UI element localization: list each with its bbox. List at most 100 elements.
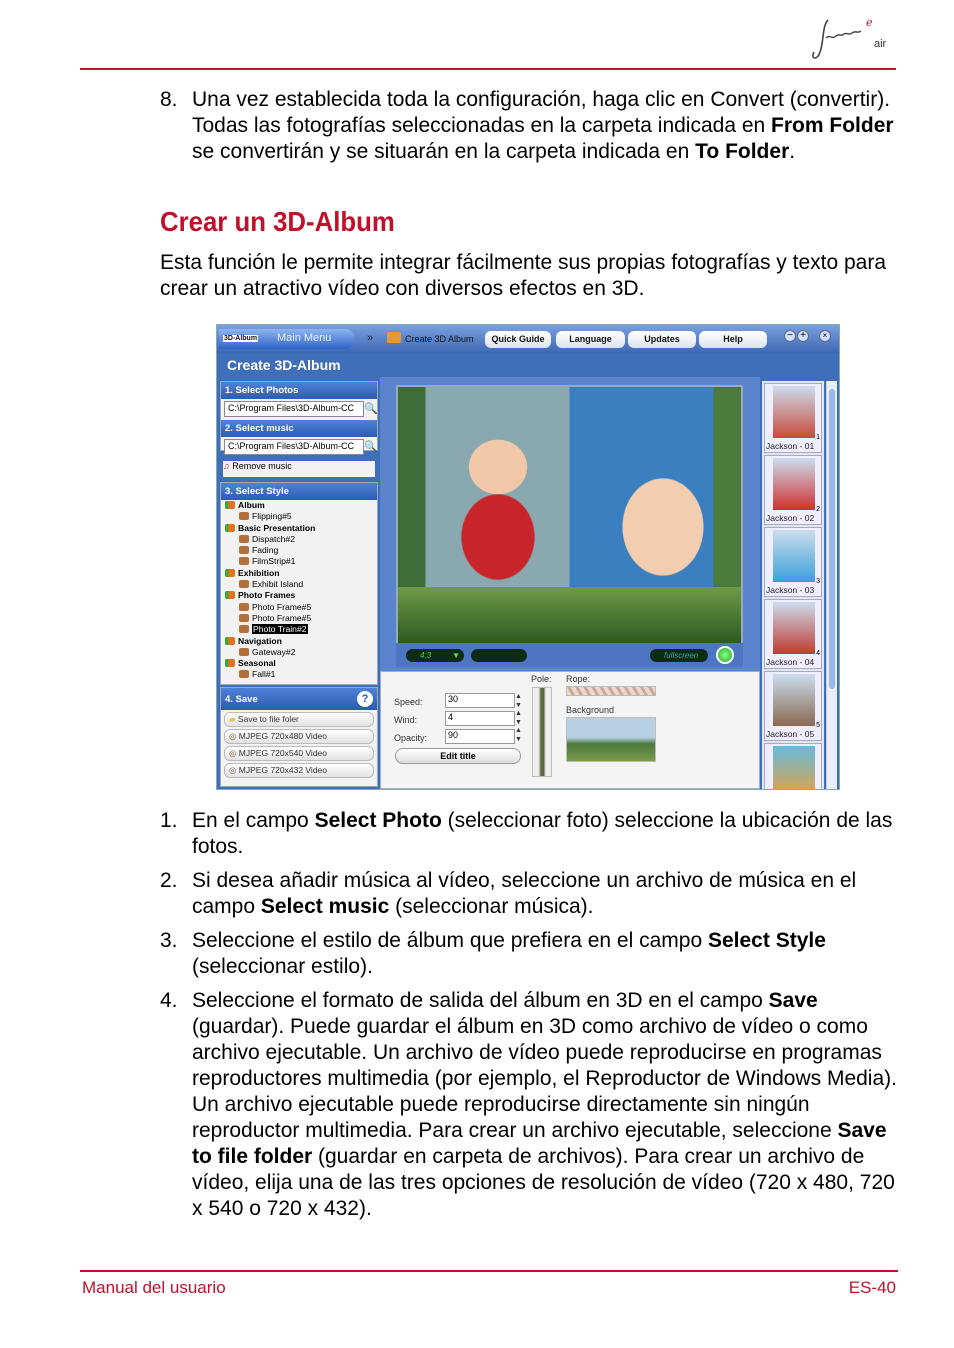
style-item[interactable]: Flipping#5: [221, 511, 377, 522]
text: (guardar). Puede guardar el álbum en 3D …: [192, 1015, 897, 1142]
wind-input[interactable]: 4: [445, 711, 515, 726]
style-group[interactable]: Photo Frames: [221, 590, 377, 601]
scrollbar-thumb[interactable]: [829, 389, 835, 689]
thumbnail-label: Jackson - 04: [766, 657, 815, 667]
tree-label: Photo Frame#5: [252, 601, 312, 612]
style-tree: Album Flipping#5 Basic Presentation Dispatc…: [221, 500, 377, 681]
instruction-step: 3. Seleccione el estilo de álbum que pref…: [160, 928, 900, 980]
save-option[interactable]: ◎ MJPEG 720x480 Video: [224, 729, 374, 744]
tree-label: Fall#1: [252, 669, 276, 680]
edit-title-button[interactable]: Edit title: [395, 748, 521, 764]
app-screenshot: 3D-Album Main Menu » Create 3D Album Qui…: [216, 324, 840, 790]
film-icon: ◎: [229, 731, 237, 741]
tree-label: Photo Train#2: [252, 624, 308, 635]
select-photos-panel: 1. Select Photos C:\Program Files\3D-Alb…: [220, 381, 378, 455]
help-icon[interactable]: ?: [357, 691, 373, 707]
help-button[interactable]: Help: [699, 331, 767, 348]
thumbnail[interactable]: 2 Jackson - 02: [764, 455, 822, 525]
style-settings-panel: Speed: 30 Wind: 4 Opacity: 90 ▲ ▼ ▲ ▼ ▲ ▼ Edi…: [380, 671, 760, 789]
text: (seleccionar estilo).: [192, 955, 373, 978]
minimize-icon[interactable]: −: [784, 330, 796, 342]
style-item[interactable]: Photo Frame#5: [221, 602, 377, 613]
style-item[interactable]: FilmStrip#1: [221, 556, 377, 567]
close-icon[interactable]: ×: [819, 330, 831, 342]
section-header: 3. Select Style: [221, 483, 377, 500]
photos-path-input[interactable]: C:\Program Files\3D-Album-CC: [224, 401, 364, 417]
style-item[interactable]: Fall#1: [221, 669, 377, 680]
text: Seleccione el estilo de álbum que prefie…: [192, 929, 708, 952]
folder-icon: ▰: [229, 714, 236, 724]
style-group[interactable]: Seasonal: [221, 658, 377, 669]
preview-grass: [398, 587, 741, 643]
rope-label: Rope:: [566, 674, 591, 684]
section-header: 2. Select music: [221, 420, 377, 437]
thumbnail-number: 4: [816, 650, 820, 657]
tree-label: Basic Presentation: [238, 522, 316, 533]
intro-paragraph: Esta función le permite integrar fácilme…: [160, 251, 887, 300]
bold-term: Select Style: [707, 929, 826, 952]
pole-swatch[interactable]: [532, 687, 552, 777]
language-button[interactable]: Language: [556, 331, 625, 348]
save-option[interactable]: ◎ MJPEG 720x540 Video: [224, 746, 374, 761]
music-path-input[interactable]: C:\Program Files\3D-Album-CC: [224, 439, 364, 455]
thumbnail[interactable]: [764, 743, 822, 789]
thumbnail[interactable]: 4 Jackson - 04: [764, 599, 822, 669]
remove-music-button[interactable]: ♫ Remove music: [223, 461, 375, 477]
folder-icon: [225, 501, 235, 509]
style-item[interactable]: Dispatch#2: [221, 534, 377, 545]
main-menu-button[interactable]: 3D-Album Main Menu: [219, 329, 355, 349]
browse-icon[interactable]: 🔍: [364, 402, 378, 415]
browse-icon[interactable]: 🔍: [364, 440, 378, 453]
style-group[interactable]: Basic Presentation: [221, 523, 377, 534]
style-group[interactable]: Navigation: [221, 636, 377, 647]
speed-input[interactable]: 30: [445, 693, 515, 708]
style-item[interactable]: Fading: [221, 545, 377, 556]
instruction-step: 2. Si desea añadir música al vídeo, selec…: [160, 868, 900, 920]
style-item[interactable]: Photo Frame#5: [221, 613, 377, 624]
window-title: Create 3D-Album: [227, 357, 341, 373]
thumbnail[interactable]: 5 Jackson - 05: [764, 671, 822, 741]
tree-label: Exhibit Island: [252, 579, 304, 590]
tree-label: Photo Frame#5: [252, 612, 312, 623]
breadcrumb[interactable]: Create 3D Album: [405, 334, 474, 344]
remove-music-label: Remove music: [232, 461, 292, 471]
quick-guide-button[interactable]: Quick Guide: [485, 331, 551, 348]
play-button[interactable]: [716, 646, 734, 664]
opacity-input[interactable]: 90: [445, 729, 515, 744]
tree-label: Seasonal: [238, 658, 276, 669]
thumbnail[interactable]: 3 Jackson - 03: [764, 527, 822, 597]
volume-slider[interactable]: [471, 649, 527, 662]
step-number: 4.: [160, 989, 178, 1012]
thumbnail-label: Jackson - 05: [766, 729, 815, 739]
svg-text:air: air: [874, 38, 887, 50]
style-item[interactable]: Gateway#2: [221, 647, 377, 658]
aspect-ratio-dropdown[interactable]: 4:3 ▼: [406, 649, 464, 662]
tree-label: Fading: [252, 545, 279, 556]
album-icon: [387, 332, 401, 343]
main-menu-label: Main Menu: [277, 332, 332, 344]
tree-label: FilmStrip#1: [252, 556, 296, 567]
thumbnail-label: Jackson - 02: [766, 513, 815, 523]
section-heading: Crear un 3D-Album: [160, 206, 395, 237]
save-option[interactable]: ◎ MJPEG 720x432 Video: [224, 763, 374, 778]
photo-thumbnails: 1 Jackson - 01 2 Jackson - 02 3 Jackson - 03 4…: [762, 381, 824, 789]
spinner-arrows[interactable]: ▲ ▼ ▲ ▼ ▲ ▼: [515, 693, 524, 744]
thumbnail[interactable]: 1 Jackson - 01: [764, 383, 822, 453]
tree-label: Photo Frames: [238, 590, 296, 601]
fullscreen-button[interactable]: fullscreen: [650, 649, 708, 662]
chevron-right-icon: »: [367, 332, 374, 344]
updates-button[interactable]: Updates: [628, 331, 696, 348]
thumbnail-scrollbar[interactable]: [826, 381, 837, 789]
background-swatch[interactable]: [566, 717, 656, 762]
bold-term: Save: [768, 989, 818, 1012]
bold-term: Select Photo: [314, 809, 442, 832]
save-option[interactable]: ▰ Save to file foler: [224, 712, 374, 727]
thumbnail-image: [773, 530, 815, 582]
style-group[interactable]: Exhibition: [221, 568, 377, 579]
select-style-panel: 3. Select Style Album Flipping#5 Basic Pre…: [220, 482, 378, 685]
style-group[interactable]: Album: [221, 500, 377, 511]
maximize-icon[interactable]: +: [797, 330, 809, 342]
rope-swatch[interactable]: [566, 686, 656, 696]
style-item[interactable]: Photo Train#2: [221, 624, 377, 635]
style-item[interactable]: Exhibit Island: [221, 579, 377, 590]
